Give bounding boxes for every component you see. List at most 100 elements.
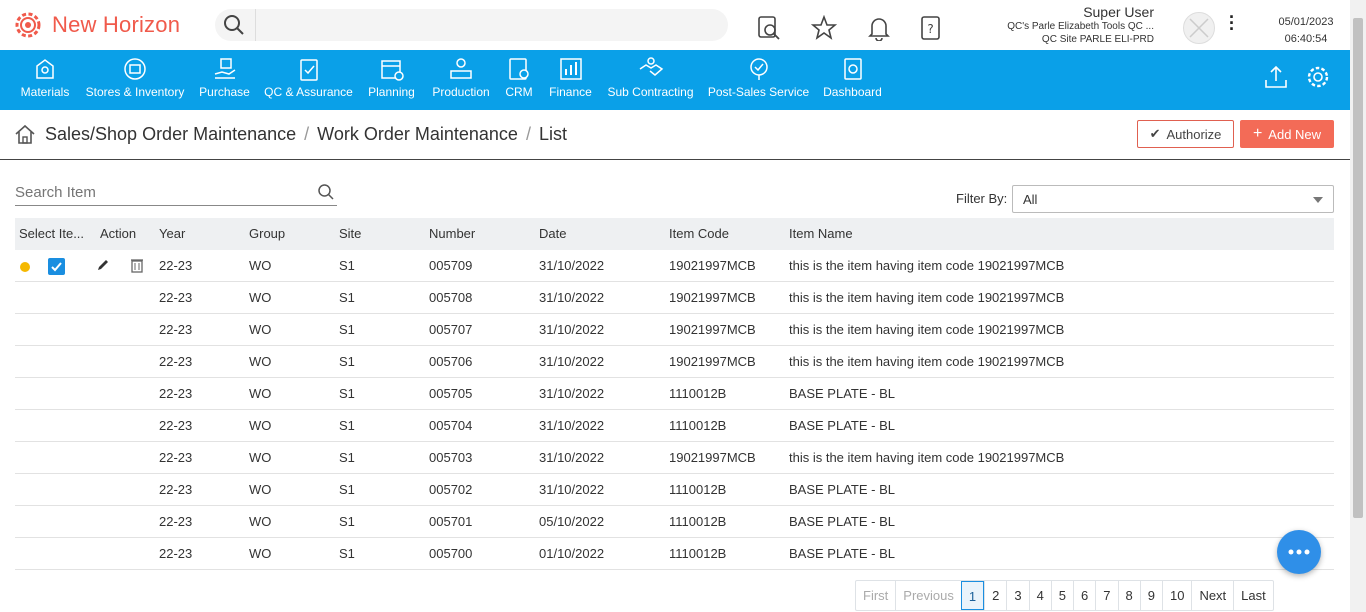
- cell-item-name: this is the item having item code 190219…: [789, 258, 1065, 273]
- table-row[interactable]: 22-23 WO S1 005708 31/10/2022 19021997MCB this…: [15, 282, 1334, 314]
- page-3[interactable]: 3: [1006, 581, 1028, 610]
- nav-planning[interactable]: Planning: [367, 50, 416, 110]
- help-book-icon[interactable]: ?: [918, 15, 944, 41]
- page-8[interactable]: 8: [1117, 581, 1140, 610]
- cell-date: 31/10/2022: [539, 290, 605, 305]
- col-number[interactable]: Number: [429, 218, 475, 250]
- search-icon[interactable]: [317, 183, 335, 201]
- table-row[interactable]: 22-23 WO S1 005706 31/10/2022 19021997MCB this…: [15, 346, 1334, 378]
- app-logo[interactable]: New Horizon: [12, 9, 180, 41]
- col-select[interactable]: Select Ite...: [19, 218, 84, 250]
- authorize-label: Authorize: [1166, 126, 1222, 142]
- cell-site: S1: [339, 322, 355, 337]
- add-new-button[interactable]: + Add New: [1240, 120, 1334, 148]
- cell-site: S1: [339, 386, 355, 401]
- global-search-input[interactable]: [255, 9, 725, 41]
- chat-button[interactable]: [1277, 530, 1321, 574]
- bell-icon[interactable]: [866, 15, 892, 41]
- nav-finance[interactable]: Finance: [549, 50, 592, 110]
- cell-item-name: BASE PLATE - BL: [789, 482, 895, 497]
- table-row[interactable]: 22-23 WO S1 005701 05/10/2022 1110012B BASE PL…: [15, 506, 1334, 538]
- row-checkbox[interactable]: [48, 258, 65, 275]
- cell-number: 005703: [429, 450, 473, 465]
- document-search-icon[interactable]: [756, 15, 782, 41]
- plus-icon: +: [1252, 125, 1263, 142]
- authorize-button[interactable]: ✔ Authorize: [1137, 120, 1234, 148]
- table-row[interactable]: 22-23 WO S1 005703 31/10/2022 19021997MCB this…: [15, 442, 1334, 474]
- page-6[interactable]: 6: [1073, 581, 1095, 610]
- trash-icon[interactable]: [130, 257, 144, 273]
- user-info[interactable]: Super User QC's Parle Elizabeth Tools QC…: [1007, 4, 1154, 46]
- filter-label: Filter By:: [956, 191, 1008, 206]
- page-7[interactable]: 7: [1095, 581, 1117, 610]
- cell-number: 005702: [429, 482, 473, 497]
- nav-production[interactable]: Production: [431, 50, 491, 110]
- cell-year: 22-23: [159, 386, 193, 401]
- settings-gear-icon[interactable]: [1305, 64, 1331, 90]
- nav-materials[interactable]: Materials: [20, 50, 70, 110]
- page-1[interactable]: 1: [960, 581, 985, 610]
- table-row[interactable]: 22-23 WO S1 005709 31/10/2022 19021997MCB this…: [15, 250, 1334, 282]
- nav-qc-assurance[interactable]: QC & Assurance: [264, 50, 353, 110]
- app-title: New Horizon: [52, 12, 181, 37]
- page-2[interactable]: 2: [984, 581, 1006, 610]
- pagination: First Previous 1 2 3 4 5 6 7 8 9 10 Next…: [855, 580, 1274, 611]
- nav-label: Materials: [20, 85, 70, 99]
- cell-item-name: BASE PLATE - BL: [789, 514, 895, 529]
- col-item-name[interactable]: Item Name: [789, 218, 853, 250]
- breadcrumb-sales-shop-order[interactable]: Sales/Shop Order Maintenance: [45, 124, 296, 145]
- nav-sub-contracting[interactable]: Sub Contracting: [607, 50, 694, 110]
- breadcrumb-list: List: [538, 124, 567, 144]
- nav-label: Post-Sales Service: [707, 85, 810, 99]
- avatar[interactable]: [1183, 12, 1215, 44]
- page-4[interactable]: 4: [1028, 581, 1051, 610]
- table-row[interactable]: 22-23 WO S1 005707 31/10/2022 19021997MCB this…: [15, 314, 1334, 346]
- nav-label: Planning: [368, 85, 415, 99]
- more-menu-icon[interactable]: · · ·: [1229, 8, 1235, 38]
- upload-icon[interactable]: [1263, 64, 1289, 90]
- table-row[interactable]: 22-23 WO S1 005705 31/10/2022 1110012B BASE PL…: [15, 378, 1334, 410]
- dashboard-icon: [843, 58, 862, 80]
- company-name: QC's Parle Elizabeth Tools QC ...: [1007, 21, 1154, 32]
- nav-label: QC & Assurance: [264, 85, 353, 99]
- page-next[interactable]: Next: [1191, 581, 1233, 610]
- page-9[interactable]: 9: [1139, 581, 1162, 610]
- scrollbar-thumb[interactable]: [1353, 18, 1363, 518]
- cell-date: 31/10/2022: [539, 450, 605, 465]
- filter-select[interactable]: All: [1012, 185, 1334, 213]
- global-search[interactable]: [215, 9, 728, 41]
- page-scrollbar[interactable]: [1350, 0, 1366, 612]
- nav-stores-inventory[interactable]: Stores & Inventory: [86, 50, 184, 110]
- search-item-input[interactable]: [15, 180, 305, 204]
- table-row[interactable]: 22-23 WO S1 005702 31/10/2022 1110012B BASE PL…: [15, 474, 1334, 506]
- page-last[interactable]: Last: [1233, 581, 1273, 610]
- page-first[interactable]: First: [856, 581, 895, 610]
- edit-pencil-icon[interactable]: [96, 258, 110, 272]
- breadcrumb-work-order[interactable]: Work Order Maintenance: [317, 124, 518, 145]
- nav-crm[interactable]: CRM: [505, 50, 533, 110]
- col-item-code[interactable]: Item Code: [669, 218, 729, 250]
- table-row[interactable]: 22-23 WO S1 005700 01/10/2022 1110012B BASE PL…: [15, 538, 1334, 570]
- col-year[interactable]: Year: [159, 218, 185, 250]
- handshake-icon: [639, 57, 663, 76]
- star-icon[interactable]: [811, 15, 837, 41]
- page-10[interactable]: 10: [1161, 581, 1191, 610]
- search-icon[interactable]: [223, 14, 245, 36]
- home-icon[interactable]: [14, 123, 36, 145]
- cell-date: 31/10/2022: [539, 258, 605, 273]
- chevron-down-icon: [1313, 197, 1323, 203]
- col-group[interactable]: Group: [249, 218, 285, 250]
- current-date: 05/01/2023: [1278, 16, 1334, 28]
- cell-group: WO: [249, 418, 272, 433]
- table-row[interactable]: 22-23 WO S1 005704 31/10/2022 1110012B BASE PL…: [15, 410, 1334, 442]
- nav-purchase[interactable]: Purchase: [199, 50, 250, 110]
- add-new-label: Add New: [1268, 126, 1322, 142]
- page-previous[interactable]: Previous: [895, 581, 961, 610]
- page-5[interactable]: 5: [1050, 581, 1073, 610]
- cell-year: 22-23: [159, 258, 193, 273]
- nav-dashboard[interactable]: Dashboard: [823, 50, 882, 110]
- filter-value: All: [1023, 192, 1038, 207]
- col-site[interactable]: Site: [339, 218, 361, 250]
- col-date[interactable]: Date: [539, 218, 566, 250]
- nav-post-sales-service[interactable]: Post-Sales Service: [707, 50, 810, 110]
